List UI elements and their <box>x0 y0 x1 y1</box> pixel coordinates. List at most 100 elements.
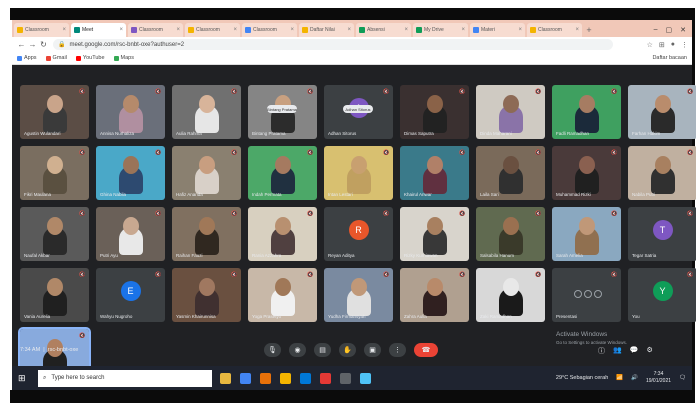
participant-tile[interactable]: 🔇 Muhammad Rizki <box>552 146 621 200</box>
participant-tile[interactable]: 🔇 Fadli Ramadhan <box>552 85 621 139</box>
url-field[interactable]: 🔒 meet.google.com/rsc-bnbt-oxe?authuser=… <box>53 39 613 50</box>
taskbar-app-icon[interactable] <box>260 372 271 384</box>
tab-close-icon[interactable]: × <box>575 27 579 33</box>
participant-tile[interactable]: 🔇 Aulia Rahma <box>172 85 241 139</box>
browser-tab[interactable]: Absensi × <box>356 23 411 37</box>
tab-close-icon[interactable]: × <box>518 27 522 33</box>
leave-call-button[interactable]: ☎ <box>414 343 438 357</box>
participant-tile[interactable]: 🔇 Naufal Akbar <box>20 207 89 261</box>
participant-tile[interactable]: 🔇 Agustin Wulandari <box>20 85 89 139</box>
notifications-icon[interactable]: 🗨 <box>679 375 686 381</box>
windows-start-icon[interactable]: ⊞ <box>18 373 32 384</box>
participant-tile[interactable]: 🔇 Presentasi <box>552 268 621 322</box>
maximize-icon[interactable]: ▢ <box>666 26 673 34</box>
bookmark-item[interactable]: YouTube <box>75 55 105 61</box>
info-icon[interactable]: ⓘ <box>598 346 605 356</box>
taskbar-app-icon[interactable] <box>220 372 231 384</box>
participant-tile[interactable]: 🔇 Farhan Hakim <box>628 85 696 139</box>
participant-tile[interactable]: 🔇 Dimas Saputra <box>400 85 469 139</box>
participant-tile[interactable]: 🔇 Rania Azzahra <box>248 207 317 261</box>
tab-close-icon[interactable]: × <box>119 27 123 33</box>
browser-tab[interactable]: Classroom × <box>242 23 297 37</box>
taskbar-search[interactable]: ⌕ Type here to search <box>38 369 212 387</box>
participant-tile[interactable]: 🔇 Raihan Fauzi <box>172 207 241 261</box>
profile-icon[interactable]: ● <box>671 41 675 49</box>
close-icon[interactable]: ✕ <box>680 26 686 34</box>
participant-tile[interactable]: T 🔇 Tegar Satria <box>628 207 696 261</box>
extensions-icon[interactable]: ⊞ <box>659 41 665 49</box>
participant-tile[interactable]: E 🔇 Wahyu Nugroho <box>96 268 165 322</box>
volume-icon[interactable]: 🔊 <box>631 375 638 381</box>
participant-tile[interactable]: 🔇 Hafiz Ananda <box>172 146 241 200</box>
participant-tile[interactable]: 🔇 Vania Aurelia <box>20 268 89 322</box>
participant-tile[interactable]: 🔇 Laila Sari <box>476 146 545 200</box>
minimize-icon[interactable]: – <box>654 26 658 34</box>
participant-tile[interactable]: 🔇 Nabila Putri <box>628 146 696 200</box>
taskbar-app-icon[interactable] <box>240 372 251 384</box>
participant-tile[interactable]: 🔇 Indah Permata <box>248 146 317 200</box>
camera-button[interactable]: ◉ <box>289 343 306 357</box>
back-icon[interactable]: ← <box>16 40 27 49</box>
tab-close-icon[interactable]: × <box>176 27 180 33</box>
participant-tile[interactable]: 🔇 Yoga Prasetyo <box>248 268 317 322</box>
tab-close-icon[interactable]: × <box>461 27 465 33</box>
browser-tab[interactable]: Classroom × <box>185 23 240 37</box>
participant-tile[interactable]: 🔇 Salsabila Hanum <box>476 207 545 261</box>
activities-icon[interactable]: ⚙ <box>646 346 652 356</box>
participant-tile[interactable]: 🔇 Yasmin Khairunnisa <box>172 268 241 322</box>
taskbar-app-icon[interactable] <box>280 372 291 384</box>
participant-tile[interactable]: 🔇 Rizky Kurniawan <box>400 207 469 261</box>
browser-tab[interactable]: Classroom × <box>14 23 69 37</box>
browser-tab[interactable]: Materi × <box>470 23 525 37</box>
taskbar-app-icon[interactable] <box>340 372 351 384</box>
browser-tab[interactable]: Classroom × <box>527 23 582 37</box>
browser-tab[interactable]: My Drive × <box>413 23 468 37</box>
new-tab-button[interactable]: + <box>584 23 594 37</box>
bookmark-item[interactable]: Apps <box>17 55 37 61</box>
participant-tile[interactable]: R 🔇 Reyan Aditya <box>324 207 393 261</box>
participant-tile[interactable]: 🔇 Dinda Maharani <box>476 85 545 139</box>
bookmark-item[interactable]: Maps <box>113 55 134 61</box>
participant-tile[interactable]: 🔇 Annisa Nurhaliza <box>96 85 165 139</box>
participant-tile[interactable]: Y 🔇 You <box>628 268 696 322</box>
present-button[interactable]: ▣ <box>364 343 381 357</box>
participant-tile[interactable]: Bintang Pratama 🔇 Bintang Pratama <box>248 85 317 139</box>
bookmark-item[interactable]: Gmail <box>45 55 67 61</box>
more-options-button[interactable]: ⋮ <box>389 343 406 357</box>
tab-close-icon[interactable]: × <box>347 27 351 33</box>
tab-close-icon[interactable]: × <box>62 27 66 33</box>
taskbar-app-icon[interactable] <box>360 372 371 384</box>
participant-tile[interactable]: 🔇 Zahra Aulia <box>400 268 469 322</box>
bookmark-star-icon[interactable]: ☆ <box>647 41 653 49</box>
taskbar-app-icon[interactable] <box>320 372 331 384</box>
browser-tab[interactable]: Classroom × <box>128 23 183 37</box>
participant-tile[interactable]: 🔇 Fikri Maulana <box>20 146 89 200</box>
participant-tile[interactable]: 🔇 Yudha Firmansyah <box>324 268 393 322</box>
participant-tile[interactable]: 🔇 Ghina Nabila <box>96 146 165 200</box>
menu-icon[interactable]: ⋮ <box>681 41 688 49</box>
weather-widget[interactable]: 29°C Sebagian cerah <box>556 375 608 381</box>
mic-button[interactable]: 🎙 <box>264 343 281 357</box>
taskbar-clock[interactable]: 7:34 19/01/2021 <box>646 371 671 385</box>
reload-icon[interactable]: ↻ <box>38 40 49 49</box>
tab-close-icon[interactable]: × <box>404 27 408 33</box>
participant-tile[interactable]: AAdhan Sitorus🔇Adhan Sitorus <box>324 85 393 139</box>
mic-off-icon: 🔇 <box>687 271 694 278</box>
chat-icon[interactable]: 💬 <box>630 346 639 356</box>
tab-close-icon[interactable]: × <box>290 27 294 33</box>
reading-list[interactable]: Daftar bacaan <box>652 55 687 61</box>
participant-tile[interactable]: 🔇 Khairul Anwar <box>400 146 469 200</box>
browser-tab[interactable]: Meet × <box>71 23 126 37</box>
browser-tab[interactable]: Daftar Nilai × <box>299 23 354 37</box>
tab-close-icon[interactable]: × <box>233 27 237 33</box>
participant-tile[interactable]: 🔇 Intan Lestari <box>324 146 393 200</box>
network-icon[interactable]: 📶 <box>616 375 623 381</box>
taskbar-app-icon[interactable] <box>300 372 311 384</box>
forward-icon[interactable]: → <box>27 40 38 49</box>
captions-button[interactable]: ▤ <box>314 343 331 357</box>
participant-tile[interactable]: 🔇 Sarah Amelia <box>552 207 621 261</box>
people-icon[interactable]: 👥 <box>613 346 622 356</box>
participant-tile[interactable]: 🔇 Putri Ayu <box>96 207 165 261</box>
participant-tile[interactable]: 🔇 Zaki Ramadhan <box>476 268 545 322</box>
raise-hand-button[interactable]: ✋ <box>339 343 356 357</box>
